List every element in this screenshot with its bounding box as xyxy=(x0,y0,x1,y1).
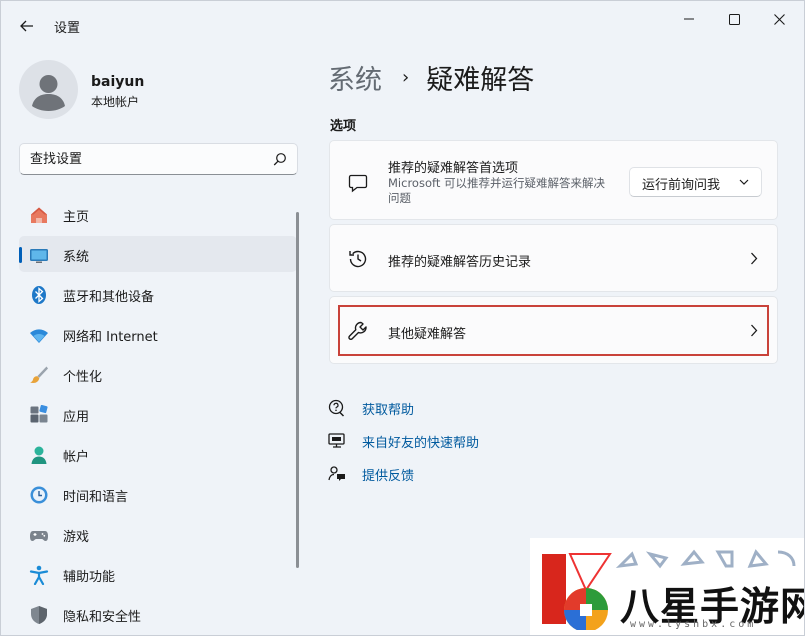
system-icon xyxy=(29,245,49,265)
sidebar-item-system[interactable]: 系统 xyxy=(19,236,297,272)
minimize-button[interactable] xyxy=(674,8,704,30)
maximize-icon xyxy=(728,13,740,25)
account-type: 本地帐户 xyxy=(91,95,140,109)
troubleshoot-history-title: 推荐的疑难解答历史记录 xyxy=(388,255,532,270)
sidebar-item-home[interactable]: 主页 xyxy=(19,196,297,232)
feedback-icon xyxy=(328,465,346,483)
close-icon xyxy=(773,13,785,25)
search-input[interactable] xyxy=(30,149,260,169)
sidebar-item-network[interactable]: 网络和 Internet xyxy=(19,316,297,352)
help-link-label: 提供反馈 xyxy=(362,469,415,484)
wifi-icon xyxy=(29,325,49,345)
search-box xyxy=(19,143,298,175)
watermark: 八星手游网 www.lyshbx.com xyxy=(530,538,805,636)
sidebar-item-label: 时间和语言 xyxy=(63,490,129,505)
feedback-link[interactable]: 提供反馈 xyxy=(328,463,414,485)
other-troubleshooters-title: 其他疑难解答 xyxy=(388,327,467,342)
breadcrumb-parent[interactable]: 系统 xyxy=(328,58,382,97)
user-name: baiyun xyxy=(91,74,145,90)
sidebar-item-accounts[interactable]: 帐户 xyxy=(19,436,297,472)
watermark-url: www.lyshbx.com xyxy=(630,619,757,630)
title-bar: 设置 xyxy=(0,0,805,50)
watermark-pattern xyxy=(615,549,796,569)
sidebar-item-label: 系统 xyxy=(63,250,90,265)
bluetooth-icon xyxy=(29,285,49,305)
back-button[interactable] xyxy=(14,14,40,38)
quick-assist-icon xyxy=(328,432,346,450)
recommended-prefs-title: 推荐的疑难解答首选项 xyxy=(388,161,519,176)
chevron-down-icon xyxy=(739,179,749,185)
quick-assist-link[interactable]: 来自好友的快速帮助 xyxy=(328,430,479,452)
time-language-icon xyxy=(29,485,49,505)
minimize-icon xyxy=(684,18,694,20)
sidebar-item-accessibility[interactable]: 辅助功能 xyxy=(19,556,297,592)
recommended-prefs-card: 推荐的疑难解答首选项 Microsoft 可以推荐并运行疑难解答来解决问题 运行… xyxy=(329,140,778,220)
chat-bubble-icon xyxy=(347,172,369,194)
history-icon xyxy=(347,248,369,270)
sidebar-item-time-language[interactable]: 时间和语言 xyxy=(19,476,297,512)
back-arrow-icon xyxy=(20,20,33,32)
sidebar-item-label: 个性化 xyxy=(63,370,103,385)
sidebar-item-label: 游戏 xyxy=(63,530,90,545)
apps-icon xyxy=(29,405,49,425)
app-title: 设置 xyxy=(54,21,81,36)
breadcrumb-separator: › xyxy=(402,67,410,88)
maximize-button[interactable] xyxy=(719,8,749,30)
section-title: 选项 xyxy=(330,119,357,134)
wrench-icon xyxy=(347,320,369,342)
shield-icon xyxy=(29,605,49,625)
home-icon xyxy=(29,205,49,225)
sidebar-nav: 主页 系统 蓝牙和其他设备 网络和 Internet 个性化 应用 帐户 时间和… xyxy=(19,196,297,636)
sidebar-item-label: 主页 xyxy=(63,210,90,225)
account-icon xyxy=(29,445,49,465)
sidebar-item-bluetooth[interactable]: 蓝牙和其他设备 xyxy=(19,276,297,312)
help-icon xyxy=(328,399,346,417)
sidebar-item-label: 网络和 Internet xyxy=(63,330,158,345)
breadcrumb: 系统 › 疑难解答 xyxy=(328,58,534,97)
sidebar-scrollbar[interactable] xyxy=(296,212,299,568)
help-link-label: 获取帮助 xyxy=(362,403,415,418)
chevron-right-icon xyxy=(749,251,759,265)
troubleshoot-history-card[interactable]: 推荐的疑难解答历史记录 xyxy=(329,224,778,292)
dropdown-value: 运行前询问我 xyxy=(642,178,721,193)
active-indicator xyxy=(19,247,22,263)
sidebar-item-gaming[interactable]: 游戏 xyxy=(19,516,297,552)
close-button[interactable] xyxy=(764,8,794,30)
accessibility-icon xyxy=(29,565,49,585)
watermark-logo xyxy=(542,553,612,630)
page-title: 疑难解答 xyxy=(426,65,535,96)
chevron-right-icon xyxy=(749,323,759,337)
brush-icon xyxy=(29,365,49,385)
other-troubleshooters-card[interactable]: 其他疑难解答 xyxy=(329,296,778,364)
recommended-prefs-description: Microsoft 可以推荐并运行疑难解答来解决问题 xyxy=(388,176,605,205)
sidebar-item-apps[interactable]: 应用 xyxy=(19,396,297,432)
recommended-prefs-dropdown[interactable]: 运行前询问我 xyxy=(629,167,762,197)
help-link-label: 来自好友的快速帮助 xyxy=(362,436,480,451)
avatar[interactable] xyxy=(19,60,78,119)
user-silhouette-icon xyxy=(32,75,65,111)
gamepad-icon xyxy=(29,525,49,545)
sidebar-item-label: 应用 xyxy=(63,410,90,425)
search-icon[interactable] xyxy=(273,152,287,166)
sidebar-item-personalization[interactable]: 个性化 xyxy=(19,356,297,392)
sidebar-item-label: 蓝牙和其他设备 xyxy=(63,290,155,305)
get-help-link[interactable]: 获取帮助 xyxy=(328,397,414,419)
sidebar-item-label: 帐户 xyxy=(63,450,90,465)
sidebar-item-label: 辅助功能 xyxy=(63,570,116,585)
sidebar-item-privacy[interactable]: 隐私和安全性 xyxy=(19,596,297,632)
sidebar-item-label: 隐私和安全性 xyxy=(63,610,142,625)
